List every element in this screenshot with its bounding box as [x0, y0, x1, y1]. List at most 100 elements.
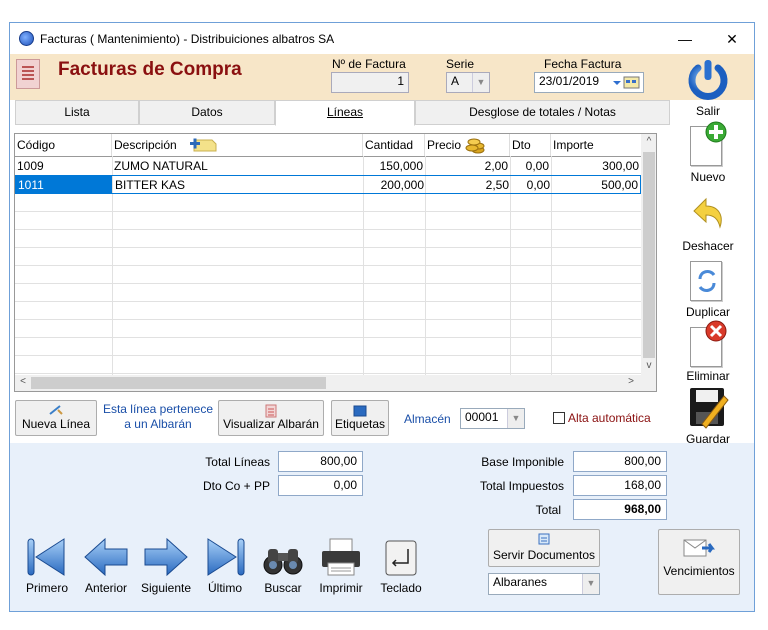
scroll-down-icon[interactable]: v — [641, 360, 656, 371]
scroll-left-icon[interactable]: < — [15, 376, 31, 387]
new-line-label: Nueva Línea — [21, 417, 91, 431]
auto-register-label: Alta automática — [568, 411, 651, 425]
albaran-note: Esta línea pertenece a un Albarán — [98, 402, 218, 432]
scroll-right-icon[interactable]: > — [623, 376, 639, 387]
cell-description[interactable]: ZUMO NATURAL — [112, 157, 363, 175]
due-dates-envelope-icon — [682, 536, 716, 563]
last-button[interactable]: Último — [202, 535, 248, 599]
horizontal-scrollbar[interactable]: < > — [15, 375, 641, 391]
dto-label: Dto Co + PP — [202, 479, 270, 493]
scroll-corner — [641, 375, 656, 391]
scroll-up-icon[interactable]: ^ — [641, 136, 656, 147]
albaran-note-line-2: a un Albarán — [124, 417, 192, 431]
cell-price[interactable]: 2,00 — [425, 157, 510, 175]
total-field: 968,00 — [573, 499, 667, 520]
column-header-price[interactable]: Precio — [425, 134, 510, 156]
due-dates-button[interactable]: Vencimientos — [658, 529, 740, 595]
chevron-down-icon[interactable]: ▼ — [582, 574, 599, 594]
save-button[interactable]: Guardar — [680, 386, 736, 448]
cell-quantity[interactable]: 200,000 — [364, 176, 426, 194]
series-select[interactable]: A ▼ — [446, 72, 490, 93]
invoice-date-value: 23/01/2019 — [539, 74, 600, 88]
undo-button[interactable]: Deshacer — [680, 193, 736, 255]
horizontal-scroll-thumb[interactable] — [31, 377, 326, 389]
column-header-amount[interactable]: Importe — [551, 134, 641, 156]
tab-datos[interactable]: Datos — [139, 100, 275, 125]
total-tax-field: 168,00 — [573, 475, 667, 496]
column-header-code[interactable]: Código — [15, 134, 112, 156]
tab-lista[interactable]: Lista — [15, 100, 139, 125]
tax-base-field: 800,00 — [573, 451, 667, 472]
first-button[interactable]: Primero — [24, 535, 70, 599]
tab-bar: Lista Datos Líneas Desglose de totales /… — [15, 100, 670, 126]
plus-icon — [705, 121, 727, 143]
main-window: Facturas ( Mantenimiento) - Distribuicio… — [9, 22, 755, 612]
chevron-down-icon[interactable]: ▼ — [472, 73, 489, 92]
bottom-panel: Total Líneas 800,00 Dto Co + PP 0,00 Bas… — [10, 443, 754, 611]
cell-code[interactable]: 1011 — [16, 176, 112, 194]
labels-label: Etiquetas — [334, 417, 386, 431]
previous-button[interactable]: Anterior — [83, 535, 129, 599]
series-value: A — [451, 74, 460, 88]
total-tax-label: Total Impuestos — [479, 479, 564, 493]
print-button[interactable]: Imprimir — [318, 535, 364, 599]
column-header-quantity[interactable]: Cantidad — [363, 134, 425, 156]
invoice-date-field[interactable]: 23/01/2019 — [534, 72, 644, 93]
header-band: Facturas de Compra Nº de Factura 1 Serie… — [10, 54, 754, 100]
next-button[interactable]: Siguiente — [141, 535, 191, 599]
cell-dto[interactable]: 0,00 — [511, 176, 552, 194]
cell-code[interactable]: 1009 — [15, 157, 112, 175]
search-button[interactable]: Buscar — [260, 535, 306, 599]
new-line-button[interactable]: Nueva Línea — [15, 400, 97, 436]
labels-button[interactable]: Etiquetas — [331, 400, 389, 436]
next-arrow-icon — [144, 537, 188, 577]
delete-button[interactable]: Eliminar — [680, 320, 736, 385]
table-row-selected[interactable]: 1011 BITTER KAS 200,000 2,50 0,00 500,00 — [15, 175, 641, 194]
vertical-scrollbar[interactable]: ^ v — [641, 134, 656, 375]
keyboard-button[interactable]: Teclado — [378, 535, 424, 599]
warehouse-value: 00001 — [465, 410, 499, 424]
close-button[interactable]: ✕ — [712, 27, 752, 51]
cell-price[interactable]: 2,50 — [426, 176, 511, 194]
previous-label: Anterior — [84, 581, 128, 595]
exit-label: Salir — [695, 104, 720, 118]
warehouse-select[interactable]: 00001 ▼ — [460, 408, 525, 429]
minimize-button[interactable]: — — [665, 27, 705, 51]
last-record-icon — [207, 538, 245, 576]
last-label: Último — [207, 581, 242, 595]
due-dates-label: Vencimientos — [663, 564, 735, 578]
serve-documents-label: Servir Documentos — [492, 548, 596, 562]
invoice-number-field[interactable]: 1 — [331, 72, 409, 93]
new-button[interactable]: Nuevo — [680, 121, 736, 188]
view-albaran-button[interactable]: Visualizar Albarán — [218, 400, 324, 436]
duplicate-button[interactable]: Duplicar — [680, 259, 736, 321]
tax-base-label: Base Imponible — [481, 455, 564, 469]
vertical-scroll-thumb[interactable] — [643, 152, 655, 358]
cell-quantity[interactable]: 150,000 — [363, 157, 425, 175]
lines-table[interactable]: Código Descripción Cantidad Precio Dto I… — [14, 133, 657, 392]
column-header-dto[interactable]: Dto — [510, 134, 551, 156]
first-label: Primero — [25, 581, 68, 595]
delete-x-icon — [705, 320, 727, 342]
cell-amount[interactable]: 300,00 — [551, 157, 641, 175]
refresh-arrows-icon — [698, 270, 716, 292]
dto-field[interactable]: 0,00 — [278, 475, 363, 496]
serve-documents-button[interactable]: Servir Documentos — [488, 529, 600, 567]
duplicate-label: Duplicar — [685, 305, 730, 319]
chevron-down-icon[interactable]: ▼ — [507, 409, 524, 428]
cell-dto[interactable]: 0,00 — [510, 157, 551, 175]
cell-description[interactable]: BITTER KAS — [113, 176, 364, 194]
column-header-description[interactable]: Descripción — [112, 134, 363, 156]
invoice-document-icon — [16, 59, 40, 89]
cell-amount[interactable]: 500,00 — [552, 176, 640, 194]
next-label: Siguiente — [140, 581, 192, 595]
document-type-select[interactable]: Albaranes ▼ — [488, 573, 600, 595]
tab-lineas[interactable]: Líneas — [275, 100, 415, 126]
auto-register-checkbox[interactable] — [553, 412, 565, 424]
exit-button[interactable]: Salir — [680, 58, 736, 120]
calendar-dropdown-icon[interactable] — [611, 75, 641, 90]
column-header-price-label: Precio — [427, 138, 462, 152]
tab-desglose[interactable]: Desglose de totales / Notas — [415, 100, 670, 125]
title-bar[interactable]: Facturas ( Mantenimiento) - Distribuicio… — [10, 23, 754, 54]
first-record-icon — [27, 538, 65, 576]
